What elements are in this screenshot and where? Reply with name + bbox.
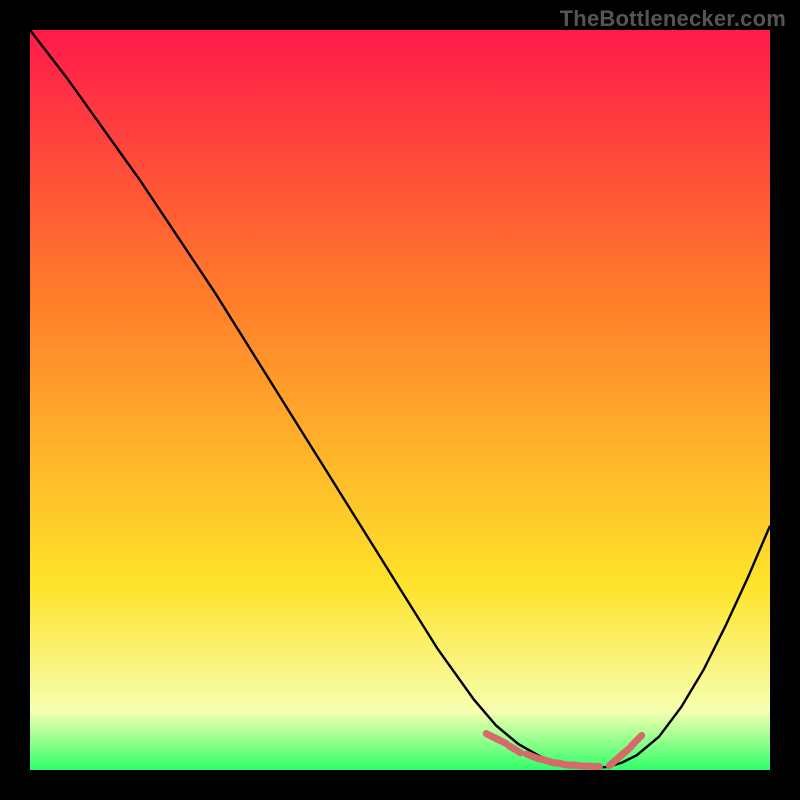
curve-overlay xyxy=(30,30,770,770)
chart-root: TheBottlenecker.com xyxy=(0,0,800,800)
plot-area xyxy=(30,30,770,770)
watermark-text: TheBottlenecker.com xyxy=(560,6,786,32)
bottleneck-curve xyxy=(30,30,770,768)
highlight-dashes-left xyxy=(486,734,599,767)
